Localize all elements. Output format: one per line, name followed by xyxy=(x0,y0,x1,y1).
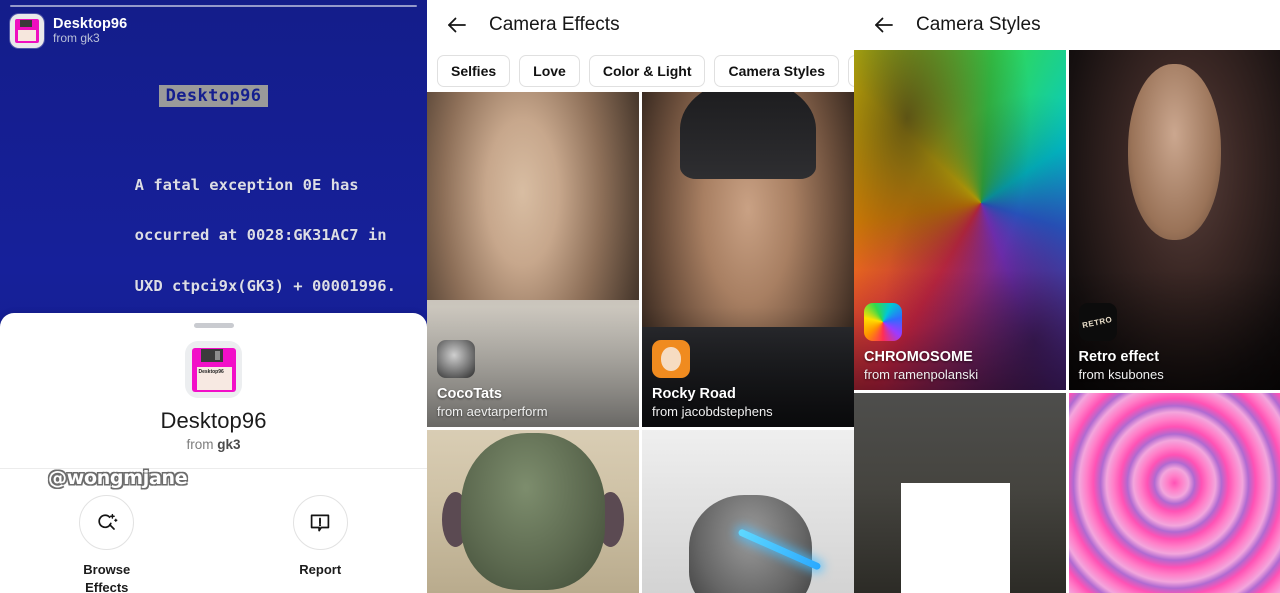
effect-card-laser-eyes[interactable] xyxy=(642,430,854,593)
tab-love[interactable]: Love xyxy=(519,55,580,87)
effect-card-city-polaroid[interactable] xyxy=(854,393,1066,593)
effect-card-pink-texture[interactable] xyxy=(1068,393,1280,593)
panel-effect-preview: Desktop96 from gk3 Desktop96 A fatal exc… xyxy=(0,0,427,593)
back-arrow-icon[interactable] xyxy=(870,11,898,39)
sheet-hero: Desktop96 Desktop96 from gk3 xyxy=(0,328,427,468)
browse-effects-label-line1: Browse xyxy=(83,562,131,577)
retro-badge-icon: RETRO xyxy=(1078,303,1117,341)
floppy-disk-icon xyxy=(10,14,44,48)
report-label: Report xyxy=(299,562,342,577)
effect-card-buddha[interactable] xyxy=(427,430,639,593)
browse-effects-button[interactable]: Browse Effects xyxy=(0,495,214,593)
report-icon xyxy=(292,495,348,550)
orange-face-icon xyxy=(652,340,690,378)
stone-face-icon xyxy=(437,340,475,378)
effect-title: Rocky Road xyxy=(652,386,736,402)
sheet-actions: Browse Effects Report xyxy=(0,469,427,593)
camera-styles-grid: CHROMOSOME from ramenpolanski RETRO Retr… xyxy=(854,50,1280,593)
report-button[interactable]: Report xyxy=(214,495,428,593)
tab-camera-styles[interactable]: Camera Styles xyxy=(714,55,839,87)
effect-bottom-sheet: Desktop96 Desktop96 from gk3 Browse Effe… xyxy=(0,313,427,593)
effect-attribution-chip[interactable]: Desktop96 from gk3 xyxy=(10,14,127,48)
rainbow-square-icon xyxy=(864,303,902,341)
effect-author: from ksubones xyxy=(1078,367,1164,382)
camera-effects-header: Camera Effects xyxy=(427,0,854,50)
effect-author: from aevtarperform xyxy=(437,404,548,419)
camera-styles-header: Camera Styles xyxy=(854,0,1280,50)
effect-author-name[interactable]: gk3 xyxy=(217,437,240,452)
panel-camera-styles: CHROMOSOME from ramenpolanski RETRO Retr… xyxy=(854,0,1280,593)
camera-effects-grid: CocoTats from aevtarperform Rocky Road f… xyxy=(427,92,854,593)
camera-styles-title: Camera Styles xyxy=(916,14,1041,35)
screenshot-stage: Desktop96 from gk3 Desktop96 A fatal exc… xyxy=(0,0,1280,593)
effect-name: Desktop96 xyxy=(160,408,267,433)
back-arrow-icon[interactable] xyxy=(443,11,471,39)
effect-card-retro-effect[interactable]: RETRO Retro effect from ksubones xyxy=(1068,50,1280,390)
tab-selfies[interactable]: Selfies xyxy=(437,55,511,87)
tab-color-and-light[interactable]: Color & Light xyxy=(588,55,706,87)
effect-card-chromosome[interactable]: CHROMOSOME from ramenpolanski xyxy=(854,50,1066,390)
effect-card-cocotats[interactable]: CocoTats from aevtarperform xyxy=(427,92,639,427)
effect-author-prefix: from xyxy=(186,437,218,452)
progress-line xyxy=(10,5,417,7)
effect-hero-icon: Desktop96 xyxy=(185,341,242,398)
effect-author: from ramenpolanski xyxy=(864,367,979,382)
browse-effects-label-line2: Effects xyxy=(85,579,129,593)
effect-chip-title: Desktop96 xyxy=(53,16,128,33)
floppy-label-text: Desktop96 xyxy=(198,368,224,375)
bsod-banner: Desktop96 xyxy=(0,85,427,107)
effect-author-line: from gk3 xyxy=(0,437,427,452)
bsod-line-2: occurred at 0028:GK31AC7 in xyxy=(134,226,387,245)
effect-chip-author: from gk3 xyxy=(53,31,100,46)
panel-camera-effects: Camera Effects Selfies Love Color & Ligh… xyxy=(427,0,854,593)
bsod-line-3: UXD ctpci9x(GK3) + 00001996. xyxy=(134,276,396,295)
effect-title: CocoTats xyxy=(437,386,502,402)
camera-effects-tabs: Selfies Love Color & Light Camera Styles… xyxy=(427,50,854,92)
effect-title: Retro effect xyxy=(1078,349,1160,365)
browse-effects-icon xyxy=(79,495,135,550)
bsod-line-1: A fatal exception 0E has xyxy=(134,176,359,195)
camera-effects-title: Camera Effects xyxy=(489,14,620,35)
effect-title: CHROMOSOME xyxy=(864,349,973,365)
tab-mood[interactable]: Mood xyxy=(848,55,854,87)
effect-author: from jacobdstephens xyxy=(652,404,773,419)
bsod-banner-text: Desktop96 xyxy=(158,85,269,107)
effect-card-rocky-road[interactable]: Rocky Road from jacobdstephens xyxy=(642,92,854,427)
